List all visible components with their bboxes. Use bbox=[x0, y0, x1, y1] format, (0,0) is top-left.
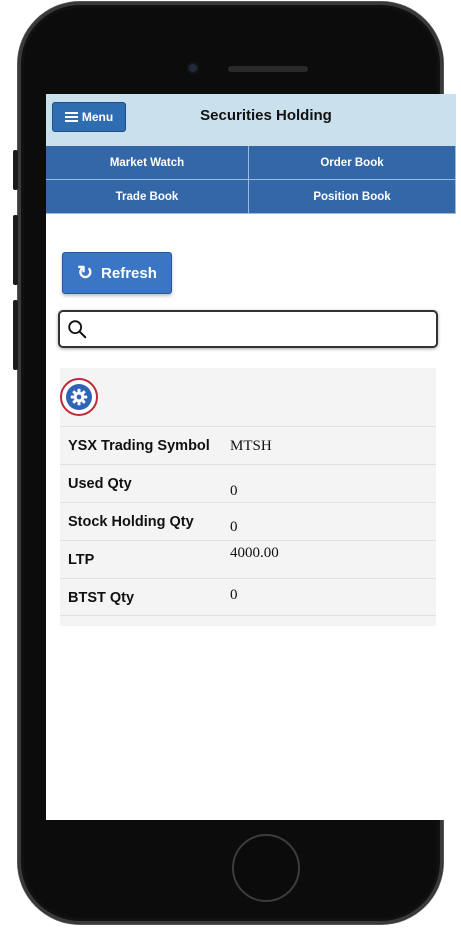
menu-button[interactable]: Menu bbox=[52, 102, 126, 132]
page-title: Securities Holding bbox=[200, 107, 332, 124]
holding-table: YSX Trading Symbol MTSH Used Qty 0 Stock… bbox=[60, 368, 436, 626]
gear-icon bbox=[66, 384, 92, 410]
settings-button[interactable] bbox=[60, 378, 98, 416]
volume-down-button bbox=[13, 300, 18, 370]
row-label: Used Qty bbox=[68, 476, 132, 492]
table-row: LTP 4000.00 bbox=[60, 540, 436, 578]
search-icon bbox=[68, 320, 87, 339]
app-header: Menu Securities Holding bbox=[46, 94, 456, 147]
refresh-button-label: Refresh bbox=[101, 264, 157, 282]
nav-grid: Market Watch Order Book Trade Book Posit… bbox=[46, 146, 456, 214]
table-row: Stock Holding Qty 0 bbox=[60, 502, 436, 540]
row-label: Stock Holding Qty bbox=[68, 514, 194, 530]
nav-market-watch[interactable]: Market Watch bbox=[46, 146, 249, 180]
app-screen: Menu Securities Holding Market Watch Ord… bbox=[46, 94, 456, 820]
refresh-icon: ↻ bbox=[77, 262, 94, 284]
side-button bbox=[13, 150, 18, 190]
table-row: BTST Qty 0 bbox=[60, 578, 436, 616]
menu-button-label: Menu bbox=[81, 110, 114, 124]
search-input[interactable] bbox=[92, 316, 436, 344]
nav-trade-book[interactable]: Trade Book bbox=[46, 180, 249, 214]
hamburger-icon bbox=[64, 112, 78, 122]
row-label: BTST Qty bbox=[68, 590, 135, 606]
row-label: YSX Trading Symbol bbox=[68, 438, 210, 454]
row-value: 0 bbox=[230, 519, 238, 535]
row-value: 0 bbox=[230, 483, 238, 499]
refresh-button[interactable]: ↻ Refresh bbox=[62, 252, 172, 294]
volume-up-button bbox=[13, 215, 18, 285]
nav-order-book[interactable]: Order Book bbox=[249, 146, 456, 180]
table-row: Used Qty 0 bbox=[60, 464, 436, 502]
row-value: 4000.00 bbox=[230, 545, 279, 561]
row-label: LTP bbox=[68, 552, 95, 568]
home-button[interactable] bbox=[232, 834, 300, 902]
nav-position-book[interactable]: Position Book bbox=[249, 180, 456, 214]
table-row: YSX Trading Symbol MTSH bbox=[60, 426, 436, 464]
earpiece-speaker bbox=[228, 66, 308, 72]
row-value: MTSH bbox=[230, 438, 272, 454]
search-box[interactable] bbox=[58, 310, 438, 348]
front-camera bbox=[189, 64, 197, 72]
row-value: 0 bbox=[230, 587, 238, 603]
